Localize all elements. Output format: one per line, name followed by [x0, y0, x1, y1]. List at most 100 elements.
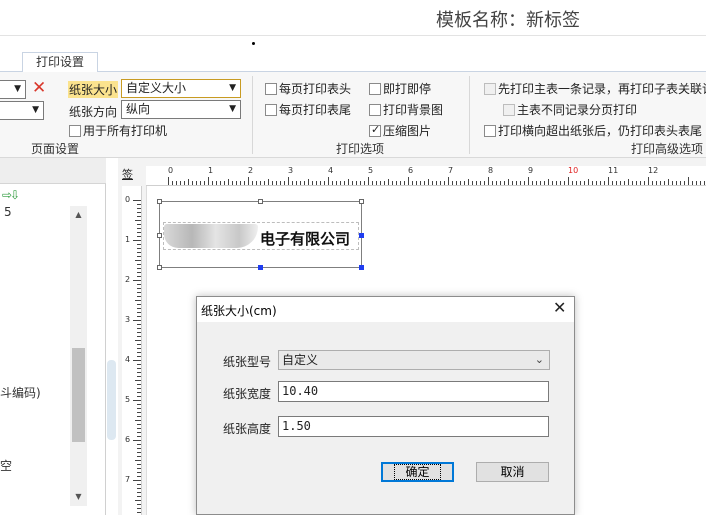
cancel-button[interactable]: 取消: [476, 462, 549, 482]
scroll-up-icon[interactable]: ▲: [70, 208, 87, 222]
ruler-tick: [644, 181, 645, 185]
list-item[interactable]: 5: [4, 205, 12, 219]
close-icon[interactable]: ✕: [32, 80, 46, 97]
panel-splitter-handle[interactable]: [107, 360, 116, 440]
dialog-title: 纸张大小(cm): [201, 304, 277, 318]
ruler-tick: [636, 181, 637, 185]
ruler-tick: [137, 452, 141, 453]
ruler-tick: [137, 396, 141, 397]
refresh-arrows-icon[interactable]: ⇨⇩: [2, 188, 20, 202]
ruler-tick: [137, 472, 141, 473]
ruler-tick: [492, 181, 493, 185]
print-background-checkbox[interactable]: 打印背景图: [369, 101, 443, 118]
ruler-tick: [137, 368, 141, 369]
all-printers-checkbox[interactable]: 用于所有打印机: [69, 122, 167, 139]
horizontal-ruler: 0 1 2 3 4 5 6 7 8 9 10 11 12: [146, 166, 706, 186]
cursor-dot: [252, 42, 255, 45]
resize-handle[interactable]: [359, 233, 364, 238]
clipped-combo-1[interactable]: ▼: [0, 80, 26, 99]
ruler-tick: [308, 179, 309, 185]
ruler-label: 5: [368, 166, 374, 175]
tab-print-settings[interactable]: 打印设置: [22, 52, 98, 73]
ruler-tick: [137, 216, 141, 217]
ok-button[interactable]: 确定: [381, 462, 454, 482]
ruler-tick: [137, 284, 141, 285]
paper-height-input[interactable]: 1.50: [278, 416, 549, 437]
ruler-tick: [137, 268, 141, 269]
ruler-tick: [540, 181, 541, 185]
clipped-combo-2[interactable]: ▼: [0, 101, 44, 120]
paper-type-select[interactable]: 自定义 ⌄: [278, 350, 550, 370]
main-no-page-break-checkbox[interactable]: 主表不同记录分页打印: [503, 101, 637, 118]
ruler-tick: [137, 372, 141, 373]
resize-handle[interactable]: [258, 265, 263, 270]
ruler-tick: [284, 181, 285, 185]
checkbox-box: [265, 82, 277, 95]
ruler-label: 4: [125, 355, 131, 364]
company-name-text[interactable]: 电子有限公司: [260, 228, 350, 249]
ruler-tick: [316, 181, 317, 185]
close-icon[interactable]: ✕: [553, 299, 566, 317]
compress-images-checkbox[interactable]: 压缩图片: [369, 122, 431, 139]
header-each-page-text: 每页打印表头: [279, 82, 352, 96]
resize-handle[interactable]: [157, 233, 162, 238]
ruler-tick: [592, 181, 593, 185]
footer-each-page-checkbox[interactable]: 每页打印表尾: [265, 101, 351, 118]
resize-handle[interactable]: [157, 199, 162, 204]
ruler-tick: [344, 181, 345, 185]
resize-handle[interactable]: [359, 265, 364, 270]
ruler-tick: [412, 181, 413, 185]
resize-handle[interactable]: [157, 265, 162, 270]
orientation-select[interactable]: 纵向 ▼: [121, 100, 241, 119]
paper-size-select[interactable]: 自定义大小 ▼: [121, 79, 241, 98]
scroll-down-icon[interactable]: ▼: [70, 490, 87, 504]
ruler-tick: [184, 181, 185, 185]
all-printers-text: 用于所有打印机: [83, 124, 168, 138]
ruler-tick: [536, 181, 537, 185]
print-background-text: 打印背景图: [383, 103, 444, 117]
ruler-tick: [137, 316, 141, 317]
main-no-page-break-text: 主表不同记录分页打印: [517, 103, 638, 117]
ruler-tick: [137, 352, 141, 353]
ruler-tick: [564, 181, 565, 185]
chevron-down-icon: ⌄: [534, 353, 544, 366]
ruler-tick: [620, 181, 621, 185]
ribbon-separator: [469, 76, 470, 154]
ruler-tick: [520, 181, 521, 185]
ruler-tick: [137, 208, 141, 209]
ruler-tick: [137, 388, 141, 389]
ruler-tick: [392, 181, 393, 185]
vertical-ruler: 0 1 2 3 4 5 6 7: [122, 186, 142, 515]
ruler-tick: [236, 181, 237, 185]
ruler-tick: [137, 292, 141, 293]
ruler-tick: [168, 177, 169, 185]
print-header-overflow-checkbox[interactable]: 打印横向超出纸张后，仍打印表头表尾: [484, 122, 702, 139]
list-item[interactable]: 空: [0, 457, 12, 474]
ruler-tick: [137, 456, 141, 457]
resize-handle[interactable]: [359, 199, 364, 204]
paper-width-input[interactable]: 10.40: [278, 381, 549, 402]
checkbox-checked-box: [369, 123, 381, 137]
header-each-page-checkbox[interactable]: 每页打印表头: [265, 80, 351, 97]
ruler-tick: [440, 181, 441, 185]
ruler-tick: [512, 181, 513, 185]
ruler-tick: [280, 181, 281, 185]
list-item[interactable]: 斗编码): [0, 384, 41, 401]
ruler-label: 7: [448, 166, 454, 175]
ruler-tick: [668, 179, 669, 185]
ruler-tick: [428, 179, 429, 185]
ruler-tick: [137, 288, 141, 289]
field-list-panel: ⇨⇩: [0, 158, 106, 515]
ruler-tick: [137, 512, 141, 513]
ruler-label: 5: [125, 395, 131, 404]
scrollbar-thumb[interactable]: [72, 348, 85, 442]
ruler-tick: [196, 181, 197, 185]
ruler-corner-label: 签: [122, 168, 133, 181]
ruler-tick: [137, 252, 141, 253]
ruler-tick: [137, 232, 141, 233]
ruler-tick: [600, 181, 601, 185]
print-and-stop-checkbox[interactable]: 即打即停: [369, 80, 431, 97]
resize-handle[interactable]: [258, 199, 263, 204]
ruler-tick: [137, 224, 141, 225]
print-main-first-checkbox[interactable]: 先打印主表一条记录，再打印子表关联记: [484, 80, 706, 97]
